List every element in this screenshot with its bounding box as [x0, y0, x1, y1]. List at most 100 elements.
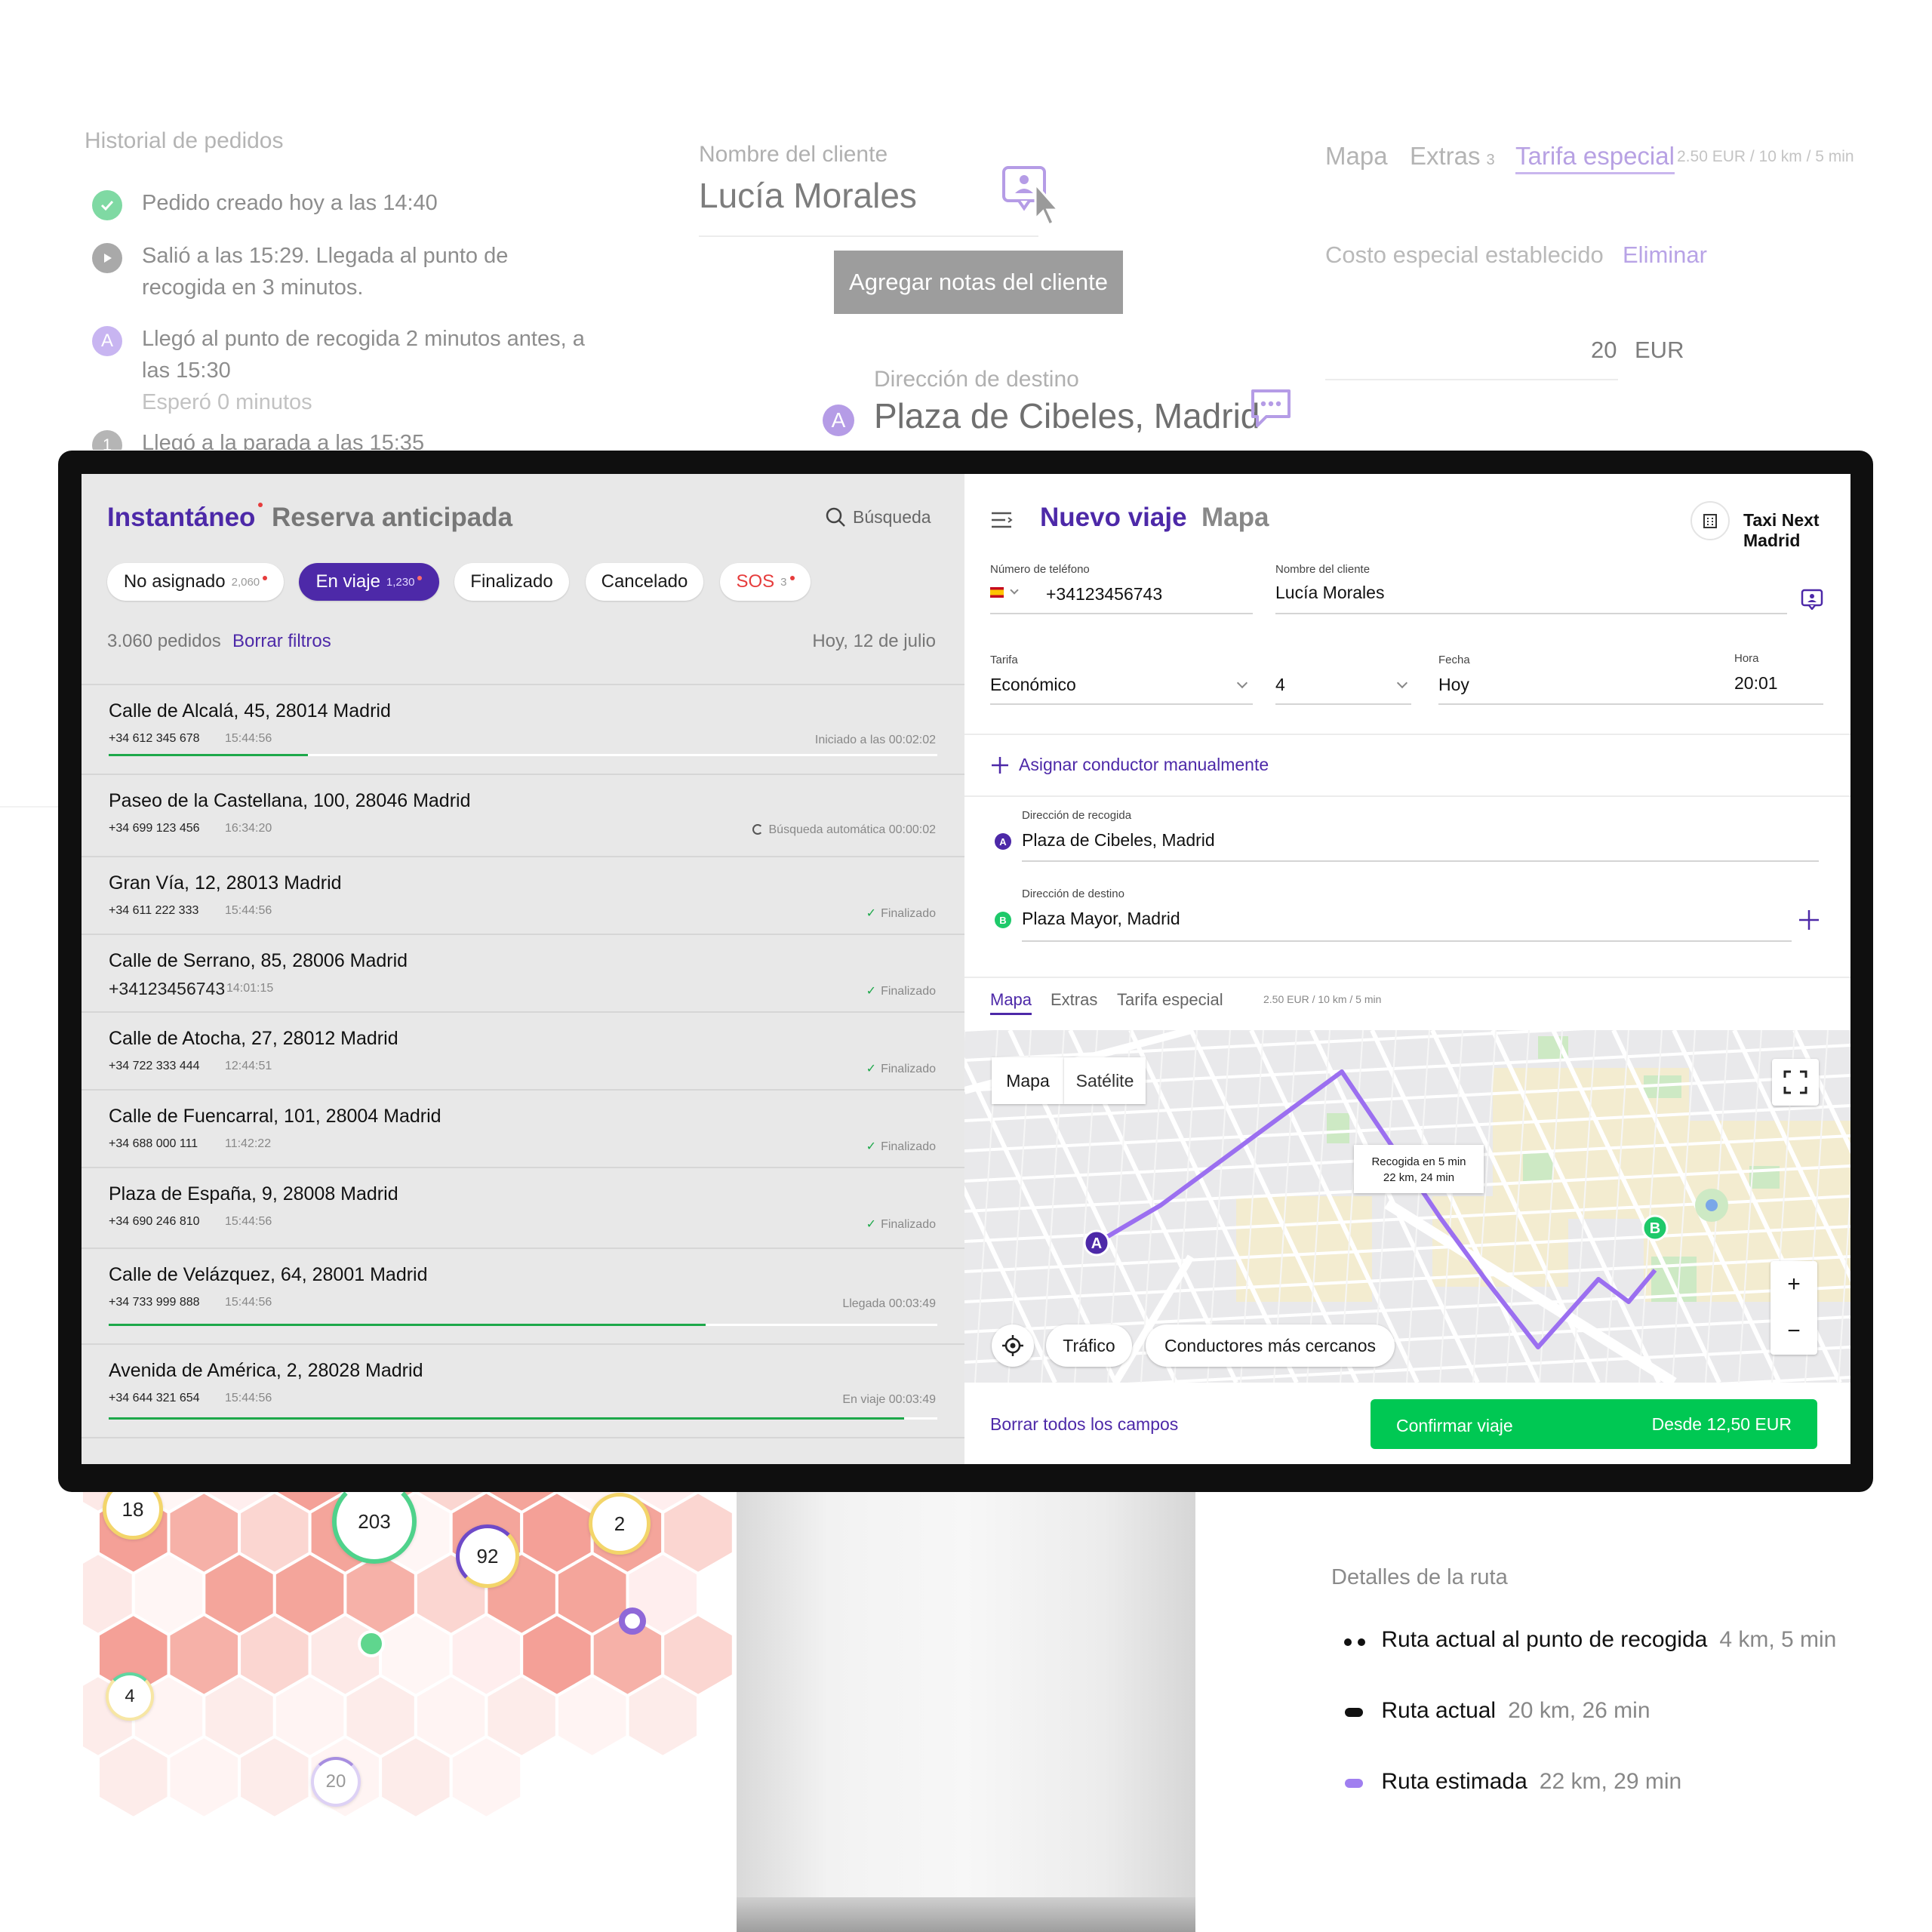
heat-bubble[interactable]: 4: [106, 1672, 154, 1721]
order-address: Calle de Fuencarral, 101, 28004 Madrid: [109, 1106, 441, 1127]
traffic-toggle[interactable]: Tráfico: [1046, 1324, 1132, 1367]
history-item: A Llegó al punto de recogida 2 minutos a…: [92, 323, 605, 418]
clear-filters-link[interactable]: Borrar filtros: [232, 631, 331, 652]
map-type-map-button[interactable]: Mapa: [992, 1057, 1064, 1104]
pickup-underline: [1022, 860, 1819, 862]
filter-sos[interactable]: SOS 3: [720, 563, 811, 601]
order-phone: +34 612 345 678: [109, 732, 200, 745]
order-time: 15:44:56: [225, 732, 272, 745]
confirm-trip-button[interactable]: Confirmar viaje Desde 12,50 EUR: [1371, 1399, 1817, 1449]
dropoff-input[interactable]: Plaza Mayor, Madrid: [1022, 909, 1180, 929]
heat-bubble[interactable]: 20: [311, 1757, 361, 1807]
company-select[interactable]: Taxi Next Madrid: [1743, 510, 1850, 551]
route-detail-row: Ruta estimada 22 km, 29 min: [1343, 1769, 1681, 1795]
tariff-note: 2.50 EUR / 10 km / 5 min: [1263, 993, 1382, 1005]
heat-bubble[interactable]: 92: [456, 1524, 519, 1588]
order-row[interactable]: Calle de Velázquez, 64, 28001 Madrid +34 …: [82, 1249, 964, 1345]
trip-footer: Borrar todos los campos Confirmar viaje …: [964, 1383, 1850, 1464]
route-detail-row: Ruta actual al punto de recogida 4 km, 5 …: [1343, 1627, 1836, 1653]
driver-marker[interactable]: [358, 1630, 385, 1657]
search-icon: [826, 507, 845, 527]
client-profile-icon[interactable]: [1801, 589, 1823, 614]
orders-panel: Instantáneo Reserva anticipada Búsqueda …: [82, 474, 964, 1464]
zoom-in-button[interactable]: +: [1787, 1261, 1801, 1308]
date-select[interactable]: Hoy: [1438, 675, 1469, 695]
tab-map[interactable]: Mapa: [990, 990, 1032, 1015]
locate-icon[interactable]: [992, 1324, 1034, 1367]
client-name-input[interactable]: Lucía Morales: [1275, 583, 1384, 603]
nearest-drivers-toggle[interactable]: Conductores más cercanos: [1146, 1324, 1395, 1367]
spinner-icon: [752, 824, 763, 835]
tab-instant[interactable]: Instantáneo: [107, 503, 263, 533]
filter-unassigned[interactable]: No asignado 2,060: [107, 563, 284, 601]
add-stop-icon[interactable]: [1798, 909, 1820, 935]
order-row[interactable]: Calle de Alcalá, 45, 28014 Madrid +34 612…: [82, 685, 964, 775]
order-row[interactable]: Calle de Serrano, 85, 28006 Madrid +34123…: [82, 935, 964, 1013]
clear-all-fields-button[interactable]: Borrar todos los campos: [990, 1414, 1178, 1435]
route-map[interactable]: A B Mapa Satélite Recogida en 5 min 22 km…: [964, 1030, 1850, 1383]
order-row[interactable]: Avenida de América, 2, 28028 Madrid +34 6…: [82, 1345, 964, 1438]
bg-tab-extras[interactable]: Extras 3: [1410, 142, 1495, 171]
add-client-notes-button[interactable]: Agregar notas del cliente: [834, 251, 1123, 314]
special-cost-amount[interactable]: 20: [1591, 337, 1617, 364]
bg-tab-special-tariff[interactable]: Tarifa especial: [1515, 142, 1675, 174]
driver-marker[interactable]: [619, 1607, 646, 1635]
filter-finished[interactable]: Finalizado: [454, 563, 569, 601]
section-divider: [964, 977, 1850, 978]
hour-select[interactable]: 20:01: [1734, 673, 1823, 694]
check-icon: ✓: [866, 1218, 877, 1231]
tab-map-view[interactable]: Mapa: [1201, 503, 1269, 533]
order-row[interactable]: Paseo de la Castellana, 100, 28046 Madri…: [82, 775, 964, 857]
fullscreen-icon[interactable]: [1772, 1059, 1819, 1106]
order-address: Paseo de la Castellana, 100, 28046 Madri…: [109, 790, 471, 811]
order-time: 12:44:51: [225, 1060, 272, 1072]
destination-value: Plaza de Cibeles, Madrid: [874, 396, 1260, 435]
tab-special-tariff[interactable]: Tarifa especial: [1117, 990, 1223, 1010]
special-cost-underline: [1325, 379, 1618, 380]
chevron-down-icon[interactable]: [1010, 586, 1019, 595]
remove-special-cost-link[interactable]: Eliminar: [1623, 242, 1707, 269]
order-time: 15:44:56: [225, 1392, 272, 1404]
chat-icon[interactable]: [1250, 388, 1292, 432]
order-address: Calle de Atocha, 27, 28012 Madrid: [109, 1028, 398, 1049]
tariff-select[interactable]: Económico: [990, 675, 1076, 695]
assign-driver-button[interactable]: Asignar conductor manualmente: [990, 755, 1269, 775]
menu-icon[interactable]: [990, 510, 1013, 534]
tab-extras[interactable]: Extras: [1051, 990, 1097, 1010]
chevron-down-icon[interactable]: [1396, 677, 1408, 689]
order-progress: [109, 1417, 937, 1420]
price-label: Desde 12,50 EUR: [1651, 1414, 1792, 1434]
order-row[interactable]: Plaza de España, 9, 28008 Madrid +34 690 …: [82, 1168, 964, 1249]
client-notes-icon[interactable]: [1002, 166, 1070, 238]
order-phone: +34 722 333 444: [109, 1060, 200, 1072]
order-status: ✓ Finalizado: [866, 1063, 936, 1075]
bg-tariff-note: 2.50 EUR / 10 km / 5 min: [1677, 148, 1854, 165]
order-row[interactable]: Calle de Atocha, 27, 28012 Madrid +34 722…: [82, 1013, 964, 1091]
filter-cancelled[interactable]: Cancelado: [586, 563, 703, 601]
spain-flag-icon[interactable]: [990, 587, 1004, 598]
heat-bubble[interactable]: 2: [589, 1493, 651, 1555]
bg-tab-map[interactable]: Mapa: [1325, 142, 1388, 171]
route-tooltip: Recogida en 5 min 22 km, 24 min: [1354, 1145, 1484, 1193]
order-status: En viaje 00:03:49: [842, 1393, 936, 1406]
order-row[interactable]: Calle de Fuencarral, 101, 28004 Madrid +3…: [82, 1091, 964, 1168]
tariff-underline: [990, 703, 1253, 705]
route-detail-row: Ruta actual 20 km, 26 min: [1343, 1698, 1651, 1724]
estimated-route-icon: [1343, 1769, 1375, 1795]
phone-input[interactable]: +34123456743: [1046, 584, 1162, 605]
order-status: ✓ Finalizado: [866, 1140, 936, 1153]
history-item: 1 Llegó a la parada a las 15:35: [92, 427, 590, 450]
map-type-satellite-button[interactable]: Satélite: [1064, 1057, 1146, 1104]
search-button[interactable]: Búsqueda: [824, 506, 931, 528]
chevron-down-icon[interactable]: [1236, 677, 1248, 689]
seats-select[interactable]: 4: [1275, 675, 1285, 695]
tab-advance-booking[interactable]: Reserva anticipada: [272, 503, 512, 533]
solid-route-icon: [1343, 1698, 1375, 1724]
order-address: Calle de Alcalá, 45, 28014 Madrid: [109, 700, 391, 721]
zoom-out-button[interactable]: −: [1787, 1308, 1801, 1355]
order-row[interactable]: Gran Vía, 12, 28013 Madrid +34 611 222 33…: [82, 857, 964, 935]
page: Historial de pedidos Pedido creado hoy a…: [0, 0, 1932, 1932]
filter-on-trip[interactable]: En viaje 1,230: [299, 563, 439, 601]
pickup-input[interactable]: Plaza de Cibeles, Madrid: [1022, 830, 1215, 851]
client-label: Nombre del cliente: [699, 142, 888, 167]
